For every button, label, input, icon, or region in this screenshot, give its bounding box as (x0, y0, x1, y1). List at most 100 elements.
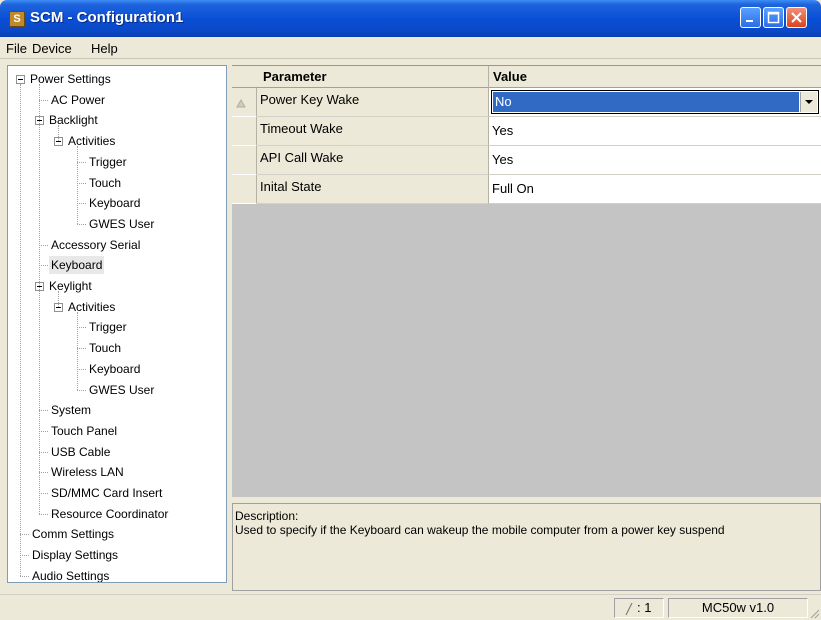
app-icon[interactable]: S (9, 11, 25, 27)
tree-item[interactable]: Activities (8, 132, 226, 150)
dropdown-button[interactable] (800, 92, 817, 112)
cursor-icon (625, 602, 633, 616)
tree-connector (20, 84, 21, 576)
status-version: MC50w v1.0 (701, 600, 775, 615)
value-dropdown[interactable]: No (491, 90, 819, 114)
tree-item-label: Backlight (49, 113, 98, 127)
grid-row[interactable]: Timeout Wake Yes (232, 117, 821, 146)
parameter-cell[interactable]: Timeout Wake (257, 117, 489, 146)
tree-item[interactable]: Activities (8, 298, 226, 316)
tree-item[interactable]: Display Settings (8, 546, 226, 564)
description-panel: Description: Used to specify if the Keyb… (232, 503, 821, 591)
tree-connector (77, 224, 86, 225)
tree-item[interactable]: AC Power (8, 91, 226, 109)
value-cell[interactable]: Full On (489, 175, 821, 204)
row-header[interactable] (232, 88, 257, 117)
tree-item[interactable]: GWES User (8, 215, 226, 233)
tree-item[interactable]: Comm Settings (8, 525, 226, 543)
tree-connector (20, 534, 29, 535)
tree-item-label: GWES User (89, 383, 155, 397)
dropdown-selected-value[interactable]: No (493, 92, 799, 112)
settings-tree[interactable]: Power Settings AC Power Backlight Activitie… (7, 65, 227, 583)
status-position-panel: : 1 (614, 598, 664, 618)
tree-item[interactable]: Keylight (8, 277, 226, 295)
tree-item-label: Touch (89, 341, 122, 355)
maximize-button[interactable] (763, 7, 784, 28)
tree-item[interactable]: SD/MMC Card Insert (8, 484, 226, 502)
grid-row[interactable]: Inital State Full On (232, 175, 821, 204)
window-title: SCM - Configuration1 (30, 9, 184, 26)
tree-connector (77, 162, 86, 163)
tree-connector (39, 265, 48, 266)
tree-connector (77, 348, 86, 349)
tree-item-label: Touch Panel (51, 424, 118, 438)
maximize-icon (767, 11, 780, 24)
title-bar[interactable]: S SCM - Configuration1 (0, 0, 821, 37)
tree-item[interactable]: Touch (8, 339, 226, 357)
tree-item[interactable]: Keyboard (8, 360, 226, 378)
tree-item-label: Power Settings (30, 72, 111, 86)
tree-item-label: Resource Coordinator (51, 507, 169, 521)
tree-connector (39, 452, 48, 453)
column-divider[interactable] (488, 66, 489, 88)
menu-file[interactable]: File (6, 41, 27, 56)
value-cell[interactable]: Yes (489, 117, 821, 146)
tree-item[interactable]: Audio Settings (8, 567, 226, 582)
grid-row[interactable]: Power Key Wake No (232, 88, 821, 117)
tree-connector (58, 291, 59, 307)
tree-item[interactable]: Resource Coordinator (8, 505, 226, 523)
property-grid: Parameter Value Power Key Wake No Timeou… (232, 65, 821, 497)
value-cell[interactable]: No (489, 88, 821, 117)
tree-connector (58, 125, 59, 141)
tree-item[interactable]: Wireless LAN (8, 463, 226, 481)
tree-item[interactable]: GWES User (8, 381, 226, 399)
row-header[interactable] (232, 117, 257, 146)
current-row-icon (236, 98, 246, 108)
resize-grip-icon[interactable] (808, 607, 820, 619)
tree-item-label: Activities (68, 134, 116, 148)
tree-item-label: GWES User (89, 217, 155, 231)
minimize-button[interactable] (740, 7, 761, 28)
tree-connector (39, 493, 48, 494)
tree-item[interactable]: System (8, 401, 226, 419)
tree-item[interactable]: Power Settings (8, 70, 226, 88)
tree-item-label: Wireless LAN (51, 465, 124, 479)
parameter-cell[interactable]: API Call Wake (257, 146, 489, 175)
parameter-cell[interactable]: Inital State (257, 175, 489, 204)
close-icon (791, 12, 802, 23)
tree-connector (39, 514, 48, 515)
tree-item[interactable]: Touch (8, 174, 226, 192)
tree-item[interactable]: Keyboard (8, 194, 226, 212)
tree-item-label: Display Settings (32, 548, 119, 562)
tree-connector (77, 369, 86, 370)
tree-item[interactable]: Touch Panel (8, 422, 226, 440)
tree-item[interactable]: USB Cable (8, 443, 226, 461)
tree-connector (39, 84, 40, 514)
tree-item[interactable]: Trigger (8, 318, 226, 336)
tree-connector (39, 472, 48, 473)
status-position: : 1 (637, 600, 652, 615)
menu-device[interactable]: Device (32, 41, 72, 56)
grid-row[interactable]: API Call Wake Yes (232, 146, 821, 175)
value-cell[interactable]: Yes (489, 146, 821, 175)
tree-connector (77, 146, 78, 224)
parameter-column-header[interactable]: Parameter (263, 69, 327, 84)
menu-help[interactable]: Help (91, 41, 118, 56)
grid-header: Parameter Value (232, 66, 821, 88)
tree-item[interactable]: Trigger (8, 153, 226, 171)
tree-item[interactable]: Keyboard (8, 256, 226, 274)
tree-item-label: USB Cable (51, 445, 111, 459)
collapse-icon[interactable] (16, 75, 25, 84)
tree-item[interactable]: Accessory Serial (8, 236, 226, 254)
description-text: Used to specify if the Keyboard can wake… (235, 523, 725, 537)
parameter-cell[interactable]: Power Key Wake (257, 88, 489, 117)
row-header[interactable] (232, 175, 257, 204)
tree-connector (77, 312, 78, 390)
close-button[interactable] (786, 7, 807, 28)
status-version-panel: MC50w v1.0 (668, 598, 808, 618)
tree-item-label: Trigger (89, 155, 127, 169)
row-header[interactable] (232, 146, 257, 175)
tree-item-label: Keyboard (49, 256, 105, 274)
tree-item[interactable]: Backlight (8, 111, 226, 129)
value-column-header[interactable]: Value (493, 69, 527, 84)
